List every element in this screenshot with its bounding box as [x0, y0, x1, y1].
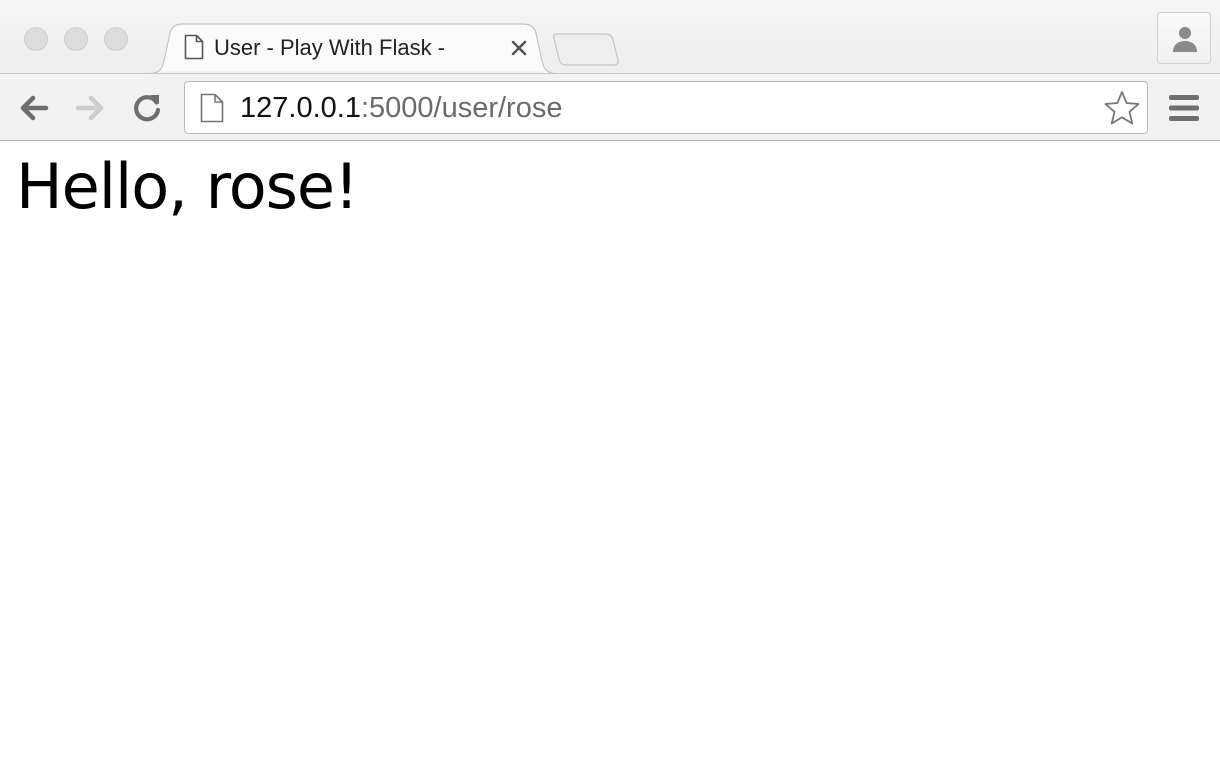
- arrow-right-icon[interactable]: [72, 90, 108, 126]
- page-icon: [184, 34, 204, 60]
- url-path: :5000/user/rose: [360, 92, 563, 124]
- address-bar[interactable]: 127.0.0.1:5000/user/rose: [184, 81, 1148, 134]
- tab-strip: User - Play With Flask -: [0, 0, 1220, 75]
- url-host: 127.0.0.1: [240, 92, 361, 124]
- arrow-left-icon[interactable]: [16, 90, 52, 126]
- tab-active[interactable]: User - Play With Flask -: [146, 23, 560, 75]
- new-tab-button[interactable]: [552, 32, 620, 66]
- user-profile-icon: [1173, 27, 1197, 52]
- window-close-button[interactable]: [24, 27, 48, 51]
- url-text[interactable]: 127.0.0.1:5000/user/rose: [240, 93, 562, 123]
- browser-window: User - Play With Flask - 127.0.0.1:5000/…: [0, 0, 1220, 770]
- window-maximize-button[interactable]: [104, 27, 128, 51]
- toolbar: 127.0.0.1:5000/user/rose: [0, 73, 1220, 141]
- reload-icon[interactable]: [129, 90, 165, 126]
- star-icon[interactable]: [1103, 89, 1141, 127]
- page-heading: Hello, rose!: [16, 150, 359, 223]
- profile-button[interactable]: [1157, 12, 1211, 64]
- hamburger-menu-icon[interactable]: [1166, 92, 1202, 124]
- page-icon: [200, 93, 224, 123]
- tab-title: User - Play With Flask -: [214, 35, 446, 60]
- page-content: Hello, rose!: [0, 141, 1220, 770]
- window-minimize-button[interactable]: [64, 27, 88, 51]
- tab-close-icon[interactable]: [508, 37, 530, 59]
